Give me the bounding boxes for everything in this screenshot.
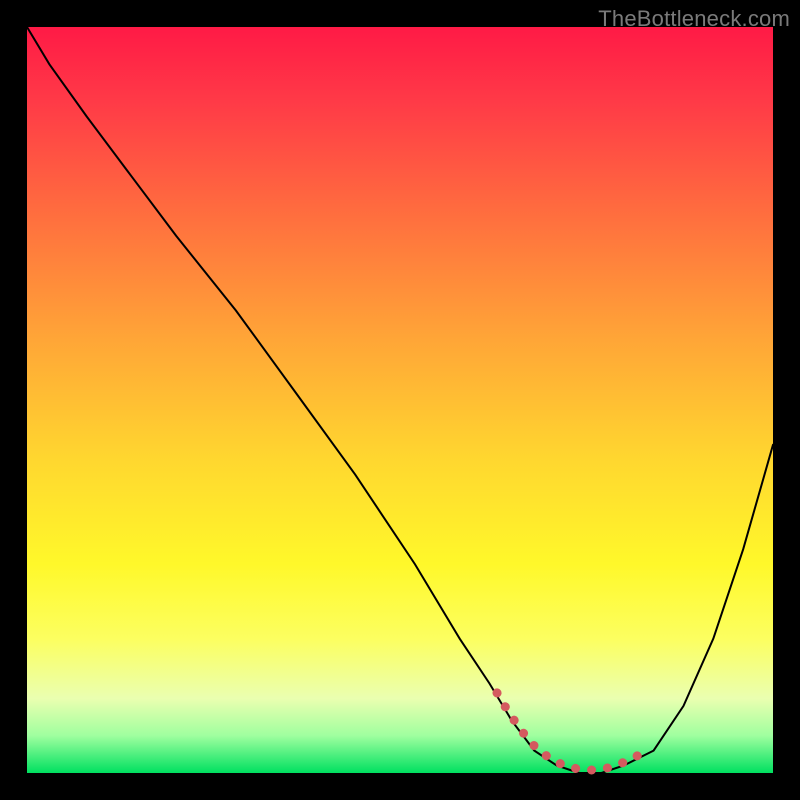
optimal-range-markers (497, 693, 646, 770)
chart-frame: TheBottleneck.com (0, 0, 800, 800)
chart-svg (27, 27, 773, 773)
bottleneck-curve (27, 27, 773, 773)
watermark-text: TheBottleneck.com (598, 6, 790, 32)
chart-plot-area (27, 27, 773, 773)
